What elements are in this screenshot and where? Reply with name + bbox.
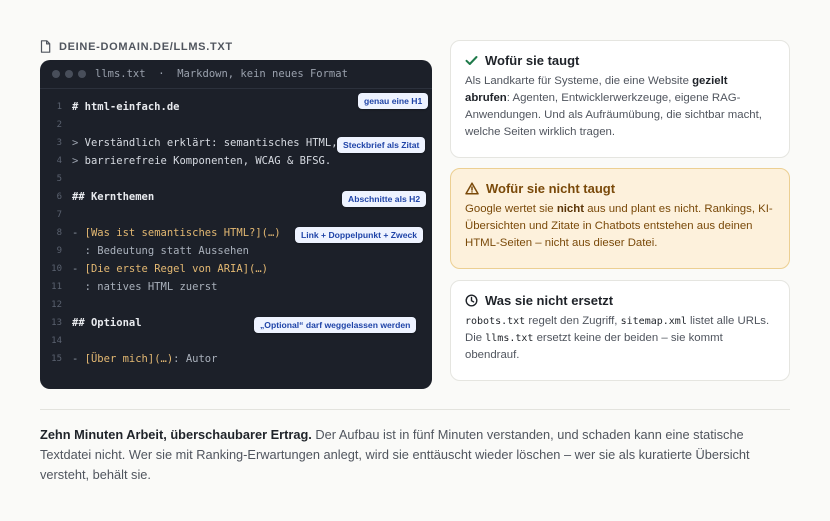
code-line: 9 : Bedeutung statt Aussehen <box>40 242 249 260</box>
code-line: 3 > Verständlich erklärt: semantisches HT… <box>40 134 338 152</box>
line-number: 6 <box>56 192 62 202</box>
card-text: Als Landkarte für Systeme, die eine Webs… <box>465 75 762 138</box>
card-does-not-replace: Was sie nicht ersetzt robots.txt regelt … <box>450 280 790 381</box>
clock-icon <box>465 294 478 307</box>
line-number: 8 <box>56 228 62 238</box>
line-number: 9 <box>56 246 62 256</box>
annotation-tag: Link + Doppelpunkt + Zweck <box>295 227 424 243</box>
card-text: Google wertet sie nicht aus und plant es… <box>465 203 773 249</box>
code-line: 14 <box>40 332 72 350</box>
code-line: 2 <box>40 116 72 134</box>
divider <box>40 409 790 410</box>
line-number: 13 <box>51 318 62 328</box>
code-line: 6 ## Kernthemen <box>40 188 155 206</box>
card-text: robots.txt regelt den Zugriff, sitemap.x… <box>465 315 770 361</box>
code-line: 10 - [Die erste Regel von ARIA](…) <box>40 260 268 278</box>
line-code: - [Die erste Regel von ARIA](…) <box>72 263 268 275</box>
line-number: 7 <box>56 210 62 220</box>
file-label: DEINE-DOMAIN.DE/LLMS.TXT <box>40 40 233 53</box>
card-not-good-for: Wofür sie nicht taugt Google wertet sie … <box>450 168 790 269</box>
line-number: 3 <box>56 138 62 148</box>
window-dot-icon <box>78 70 86 78</box>
line-number: 5 <box>56 174 62 184</box>
card-title: Was sie nicht ersetzt <box>465 293 775 308</box>
editor-header: llms.txt · Markdown, kein neues Format <box>40 60 432 89</box>
window-dot-icon <box>65 70 73 78</box>
code-line: 1 # html-einfach.de <box>40 98 180 116</box>
line-number: 10 <box>51 264 62 274</box>
code-line: 11 : natives HTML zuerst <box>40 278 217 296</box>
line-code: ## Optional <box>72 317 142 329</box>
code-line: 12 <box>40 296 72 314</box>
annotation-tag: „Optional“ darf weggelassen werden <box>254 317 417 333</box>
annotation-tag: Steckbrief als Zitat <box>337 137 426 153</box>
code-editor: llms.txt · Markdown, kein neues Format 1… <box>40 60 432 389</box>
summary-text: Zehn Minuten Arbeit, überschaubarer Ertr… <box>40 427 750 482</box>
line-number: 11 <box>51 282 62 292</box>
line-code: > barrierefreie Komponenten, WCAG & BFSG… <box>72 155 332 167</box>
line-code: : Bedeutung statt Aussehen <box>72 245 250 257</box>
line-number: 14 <box>51 336 62 346</box>
code-line: 13 ## Optional <box>40 314 142 332</box>
line-code: # html-einfach.de <box>72 101 180 113</box>
line-code: - [Was ist semantisches HTML?](…) <box>72 227 281 239</box>
line-code: : natives HTML zuerst <box>72 281 218 293</box>
annotation-tag: Abschnitte als H2 <box>342 191 427 207</box>
annotation-tag: genau eine H1 <box>358 93 429 109</box>
line-number: 15 <box>51 354 62 364</box>
code-line: 7 <box>40 206 72 224</box>
editor-title: llms.txt · Markdown, kein neues Format <box>95 68 348 80</box>
card-title: Wofür sie nicht taugt <box>465 181 775 196</box>
line-number: 1 <box>56 102 62 112</box>
code-line: 8 - [Was ist semantisches HTML?](…) <box>40 224 281 242</box>
check-icon <box>465 56 478 65</box>
file-icon <box>40 40 51 53</box>
card-good-for: Wofür sie taugt Als Landkarte für System… <box>450 40 790 158</box>
code-line: 15 - [Über mich](…): Autor <box>40 350 217 368</box>
line-code: ## Kernthemen <box>72 191 155 203</box>
line-number: 4 <box>56 156 62 166</box>
line-number: 12 <box>51 300 62 310</box>
window-dot-icon <box>52 70 60 78</box>
line-code: > Verständlich erklärt: semantisches HTM… <box>72 137 338 149</box>
line-number: 2 <box>56 120 62 130</box>
file-label-text: DEINE-DOMAIN.DE/LLMS.TXT <box>59 40 233 53</box>
warning-icon <box>465 182 479 195</box>
code-line: 4 > barrierefreie Komponenten, WCAG & BFS… <box>40 152 332 170</box>
code-line: 5 <box>40 170 72 188</box>
line-code: - [Über mich](…): Autor <box>72 353 218 365</box>
card-title: Wofür sie taugt <box>465 53 775 68</box>
